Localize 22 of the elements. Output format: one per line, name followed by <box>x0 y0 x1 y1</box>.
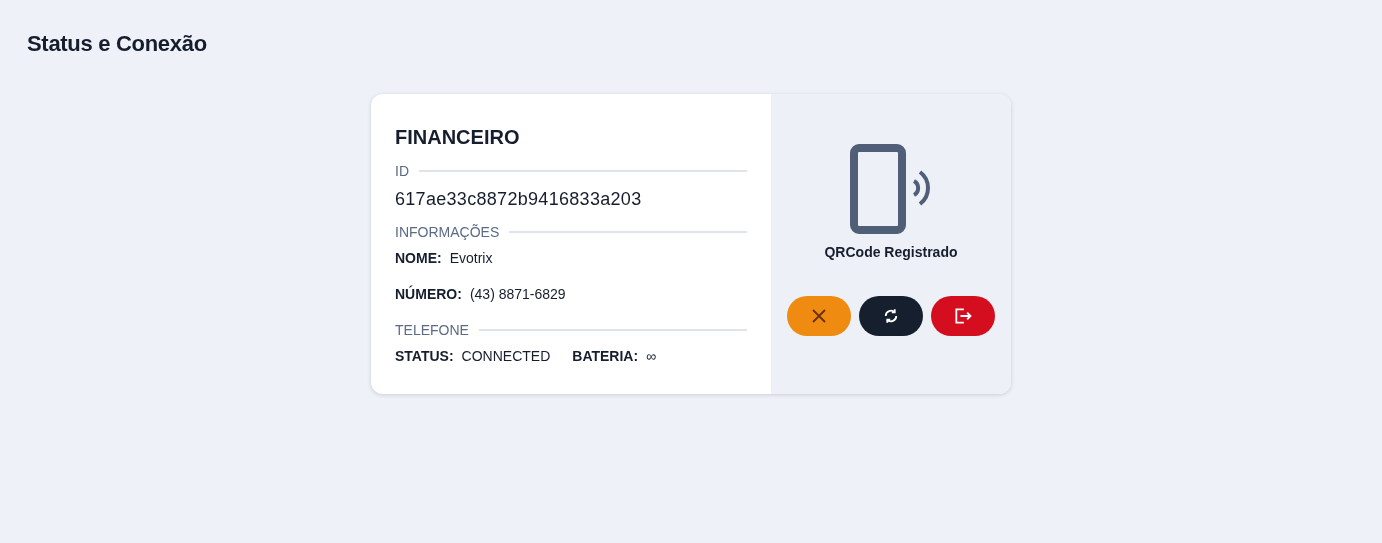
connection-id: 617ae33c8872b9416833a203 <box>395 189 642 209</box>
field-value: CONNECTED <box>461 348 551 364</box>
section-label: TELEFONE <box>395 322 469 338</box>
phone-signal-icon <box>850 144 932 234</box>
section-label: INFORMAÇÕES <box>395 224 500 240</box>
section-label: ID <box>395 163 409 179</box>
field-label: STATUS: <box>395 348 454 364</box>
status-text: QRCode Registrado <box>824 244 958 260</box>
field-value: Evotrix <box>449 250 493 266</box>
field-label: NÚMERO: <box>395 286 462 302</box>
connection-name: FINANCEIRO <box>395 126 520 149</box>
page-title: Status e Conexão <box>27 31 207 57</box>
field-value: (43) 8871-6829 <box>469 286 566 302</box>
logout-icon <box>953 306 973 326</box>
cancel-button[interactable] <box>787 296 851 336</box>
field-value: ∞ <box>646 348 657 364</box>
logout-button[interactable] <box>931 296 995 336</box>
field-label: BATERIA: <box>572 348 639 364</box>
refresh-button[interactable] <box>859 296 923 336</box>
close-icon <box>810 307 828 325</box>
refresh-icon <box>882 307 900 325</box>
field-label: NOME: <box>395 250 442 266</box>
